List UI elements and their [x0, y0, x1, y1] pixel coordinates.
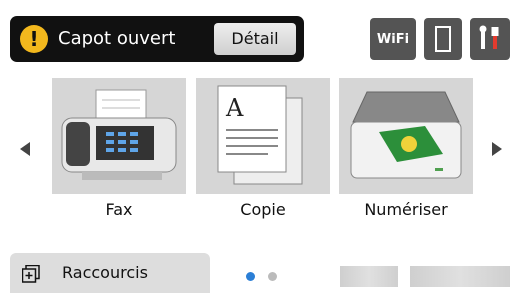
- wifi-button[interactable]: WiFi: [370, 18, 416, 60]
- settings-button[interactable]: [470, 18, 510, 60]
- detail-button[interactable]: Détail: [214, 23, 296, 55]
- copy-icon: A: [217, 85, 303, 185]
- wifi-icon: WiFi: [376, 31, 410, 47]
- blurred-item: [340, 266, 398, 287]
- fax-icon: [61, 89, 177, 180]
- scroll-right-arrow[interactable]: [492, 142, 502, 156]
- warning-icon: !: [20, 25, 48, 53]
- copy-label: Copie: [240, 200, 286, 219]
- shortcuts-button[interactable]: Raccourcis: [10, 253, 210, 293]
- scan-label: Numériser: [364, 200, 448, 219]
- blurred-item: [410, 266, 510, 287]
- toner-icon: [435, 26, 451, 52]
- shortcut-icon: [22, 265, 40, 283]
- scan-tile[interactable]: [339, 78, 473, 194]
- status-message: Capot ouvert: [58, 28, 176, 49]
- fax-label: Fax: [105, 200, 133, 219]
- scanner-icon: [350, 91, 462, 179]
- page-indicator-inactive: [268, 272, 277, 281]
- fax-tile[interactable]: [52, 78, 186, 194]
- status-bar: ! Capot ouvert Détail: [10, 16, 304, 62]
- toner-button[interactable]: [424, 18, 462, 60]
- page-indicator-active: [246, 272, 255, 281]
- svg-text:A: A: [225, 94, 244, 122]
- scroll-left-arrow[interactable]: [20, 142, 30, 156]
- shortcuts-label: Raccourcis: [62, 263, 148, 282]
- tools-icon: [479, 25, 499, 49]
- copy-tile[interactable]: A: [196, 78, 330, 194]
